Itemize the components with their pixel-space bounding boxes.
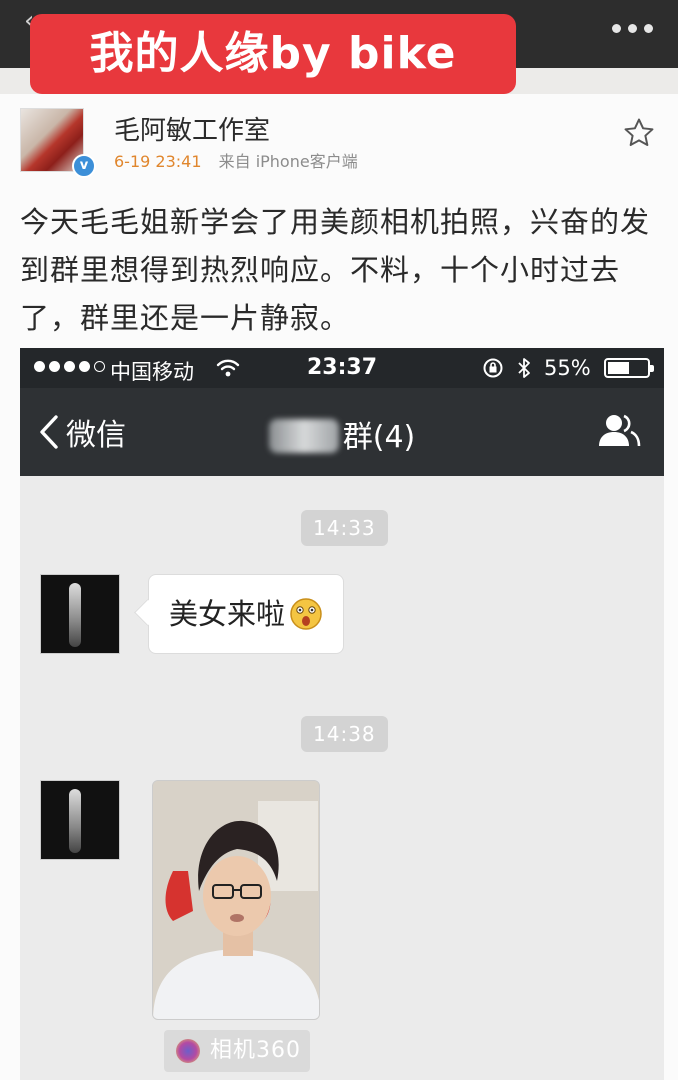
- app-tag-label: 相机360: [210, 1038, 301, 1063]
- overlay-banner: 我的人缘by bike: [30, 14, 516, 94]
- post-text: 今天毛毛姐新学会了用美颜相机拍照，兴奋的发到群里想得到热烈响应。不料，十个小时过…: [20, 205, 651, 335]
- app-source-tag[interactable]: 相机360: [164, 1030, 310, 1072]
- camera360-icon: [176, 1039, 200, 1063]
- surprised-emoji-icon: [290, 598, 322, 630]
- message-bubble[interactable]: 美女来啦: [148, 574, 345, 654]
- photo-message[interactable]: [152, 780, 320, 1020]
- chat-title: 群(4): [20, 412, 664, 456]
- weibo-post-card: v 毛阿敏工作室 6-19 23:41 来自 iPhone客户端 今天毛毛姐新学…: [0, 94, 678, 1080]
- verified-icon: v: [72, 154, 96, 178]
- chat-nav-bar: 微信 群(4): [20, 388, 664, 476]
- timestamp-chip: 14:33: [301, 510, 388, 546]
- battery-icon: [604, 358, 654, 378]
- timestamp-chip: 14:38: [301, 716, 388, 752]
- battery-fill: [608, 362, 629, 374]
- status-bar: 中国移动 23:37 55%: [20, 348, 664, 388]
- post-time: 6-19 23:41: [114, 152, 202, 171]
- selfie-photo: [153, 781, 319, 1019]
- chat-title-suffix: 群(4): [342, 420, 416, 455]
- post-source: 来自 iPhone客户端: [218, 152, 358, 171]
- sender-avatar[interactable]: [40, 780, 120, 860]
- more-icon[interactable]: [612, 18, 656, 38]
- post-meta: 6-19 23:41 来自 iPhone客户端: [114, 148, 358, 172]
- chat-area[interactable]: 14:33 美女来啦 14:38 相机360: [20, 476, 664, 1080]
- battery-percent: 55%: [544, 356, 591, 380]
- embedded-screenshot[interactable]: 中国移动 23:37 55% 微信 群(4) 14:33 美女来啦 14:38 …: [20, 348, 664, 1080]
- author-name[interactable]: 毛阿敏工作室: [114, 110, 270, 147]
- rotation-lock-icon: [483, 358, 503, 378]
- favorite-star-icon[interactable]: [622, 116, 656, 150]
- sender-avatar[interactable]: [40, 574, 120, 654]
- bluetooth-icon: [518, 358, 530, 378]
- redacted-group-name: [268, 419, 339, 453]
- message-text: 美女来啦: [169, 597, 286, 631]
- group-members-icon[interactable]: [596, 410, 642, 450]
